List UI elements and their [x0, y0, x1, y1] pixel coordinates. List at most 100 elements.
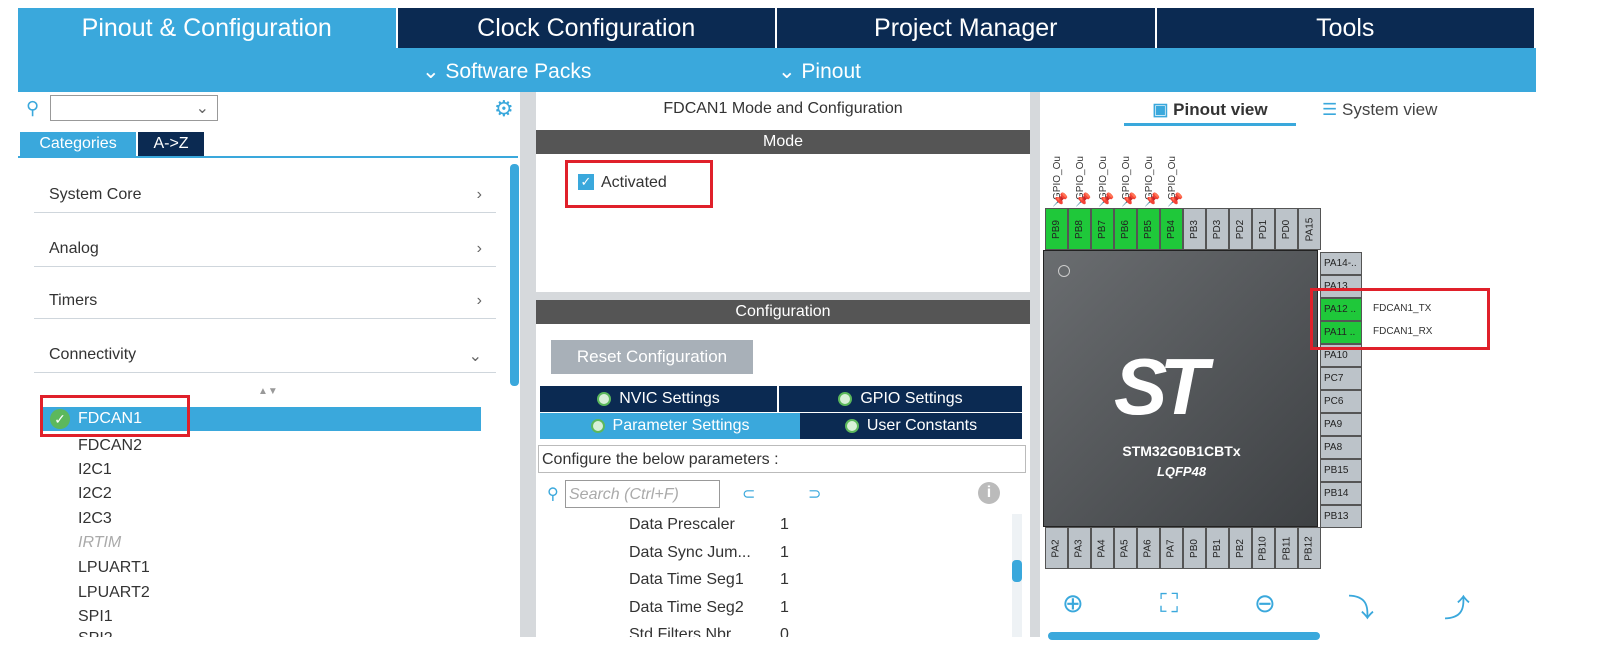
pin-pb10[interactable]: PB10	[1252, 527, 1275, 569]
chip-package: LQFP48	[1156, 464, 1207, 479]
pushpin-icon: 📌	[1144, 192, 1161, 207]
system-view-tab[interactable]: ☰ System view	[1322, 100, 1437, 120]
chip-body: ST STM32G0B1CBTx LQFP48	[1043, 250, 1318, 527]
chip-name: STM32G0B1CBTx	[1122, 443, 1241, 459]
scrollbar[interactable]	[510, 164, 519, 386]
pin-pc6[interactable]: PC6	[1320, 390, 1362, 413]
panel-title: FDCAN1 Mode and Configuration	[663, 100, 903, 117]
pin-pb7[interactable]: PB7	[1091, 208, 1114, 250]
pin-pb2[interactable]: PB2	[1229, 527, 1252, 569]
tab-parameter-settings[interactable]: Parameter Settings	[540, 413, 800, 439]
category-connectivity[interactable]: Connectivity ⌄	[34, 346, 496, 373]
pin-pb1[interactable]: PB1	[1206, 527, 1229, 569]
pin-pb6[interactable]: PB6	[1114, 208, 1137, 250]
zoom-in-icon[interactable]: ⊕	[1062, 588, 1084, 619]
pin-pb5[interactable]: PB5	[1137, 208, 1160, 250]
pin-pb0[interactable]: PB0	[1183, 527, 1206, 569]
tab-user-constants[interactable]: User Constants	[800, 413, 1022, 439]
fit-icon[interactable]: ⛶	[1160, 588, 1178, 620]
mode-header: Mode	[536, 130, 1030, 154]
param-name: Data Sync Jum...	[629, 544, 751, 561]
previous-icon[interactable]: ⊂	[742, 484, 755, 504]
pin-pb15[interactable]: PB15	[1320, 459, 1362, 482]
pinout-menu[interactable]: ⌄ Pinout	[778, 59, 861, 84]
param-name: Data Time Seg1	[629, 571, 744, 588]
pin-pa14-..[interactable]: PA14-..	[1320, 252, 1362, 275]
pin-pb4[interactable]: PB4	[1160, 208, 1183, 250]
st-logo: ST	[1114, 342, 1208, 431]
parameter-search-input[interactable]: Search (Ctrl+F)	[565, 480, 720, 508]
pin-pb9[interactable]: PB9	[1045, 208, 1068, 250]
sort-icon[interactable]: ▲▼	[258, 386, 278, 397]
tab-categories[interactable]: Categories	[20, 132, 136, 156]
pin-pc7[interactable]: PC7	[1320, 367, 1362, 390]
param-name: Std Filters Nbr	[629, 626, 732, 637]
tab-clock-configuration[interactable]: Clock Configuration	[398, 8, 777, 48]
pinout-view-tab[interactable]: ▣ Pinout view	[1124, 100, 1296, 126]
param-value[interactable]: 1	[780, 571, 789, 589]
pushpin-icon: 📌	[1121, 192, 1138, 207]
list-item[interactable]: I2C1	[78, 461, 112, 479]
param-value[interactable]: 1	[780, 516, 789, 534]
next-icon[interactable]: ⊃	[808, 484, 821, 504]
pin-pb11[interactable]: PB11	[1275, 527, 1298, 569]
categories-panel: ⚲ ⌄ ⚙ Categories A->Z System Core › Analo…	[18, 92, 520, 637]
pin-pb3[interactable]: PB3	[1183, 208, 1206, 250]
software-packs-menu[interactable]: ⌄ Software Packs	[422, 59, 591, 84]
tab-gpio-settings[interactable]: GPIO Settings	[779, 386, 1022, 412]
tab-a-z[interactable]: A->Z	[138, 132, 204, 156]
reset-configuration-button[interactable]: Reset Configuration	[551, 340, 753, 374]
pin-pd3[interactable]: PD3	[1206, 208, 1229, 250]
tab-project-manager[interactable]: Project Manager	[777, 8, 1157, 48]
param-value[interactable]: 1	[780, 599, 789, 617]
export-icon[interactable]: ⤴	[1444, 588, 1470, 625]
list-item[interactable]: LPUART1	[78, 559, 150, 577]
list-item[interactable]: FDCAN2	[78, 437, 142, 455]
list-item[interactable]: LPUART2	[78, 584, 150, 602]
list-item[interactable]: SPI2	[78, 630, 113, 637]
search-combo[interactable]: ⌄	[50, 95, 218, 121]
list-item[interactable]: I2C3	[78, 510, 112, 528]
pinout-panel: ▣ Pinout view ☰ System view PB9 GPIO_Ou 📌 P…	[1040, 92, 1540, 640]
sub-toolbar: ⌄ Software Packs ⌄ Pinout	[18, 48, 1536, 92]
pin-pa9[interactable]: PA9	[1320, 413, 1362, 436]
pin-pd1[interactable]: PD1	[1252, 208, 1275, 250]
param-value[interactable]: 0	[780, 626, 789, 637]
category-analog[interactable]: Analog ›	[34, 240, 496, 267]
rotate-icon[interactable]: ⤵	[1348, 588, 1374, 625]
pin-pa15[interactable]: PA15	[1298, 208, 1321, 250]
list-item[interactable]: SPI1	[78, 608, 113, 626]
pin-pa4[interactable]: PA4	[1091, 527, 1114, 569]
info-icon[interactable]: i	[978, 482, 1000, 504]
pin-pd2[interactable]: PD2	[1229, 208, 1252, 250]
tab-tools[interactable]: Tools	[1157, 8, 1536, 48]
pin-pa6[interactable]: PA6	[1137, 527, 1160, 569]
list-icon: ☰	[1322, 100, 1338, 119]
pin-pa8[interactable]: PA8	[1320, 436, 1362, 459]
list-item[interactable]: I2C2	[78, 485, 112, 503]
param-value[interactable]: 1	[780, 544, 789, 562]
pin-pb14[interactable]: PB14	[1320, 482, 1362, 505]
pin-pa7[interactable]: PA7	[1160, 527, 1183, 569]
tab-nvic-settings[interactable]: NVIC Settings	[540, 386, 777, 412]
search-icon: ⚲	[26, 98, 40, 118]
tab-pinout-configuration[interactable]: Pinout & Configuration	[18, 8, 398, 48]
param-name: Data Time Seg2	[629, 599, 744, 616]
pin-pa2[interactable]: PA2	[1045, 527, 1068, 569]
list-item[interactable]: IRTIM	[78, 534, 121, 552]
pin-pb13[interactable]: PB13	[1320, 505, 1362, 528]
scrollbar[interactable]	[1012, 514, 1022, 637]
pin-pa3[interactable]: PA3	[1068, 527, 1091, 569]
configuration-header: Configuration	[536, 300, 1030, 324]
category-timers[interactable]: Timers ›	[34, 292, 496, 319]
pin-pb8[interactable]: PB8	[1068, 208, 1091, 250]
zoom-out-icon[interactable]: ⊖	[1254, 588, 1276, 619]
category-system-core[interactable]: System Core ›	[34, 186, 496, 213]
pin-pa5[interactable]: PA5	[1114, 527, 1137, 569]
pin-pb12[interactable]: PB12	[1298, 527, 1321, 569]
pin-pd0[interactable]: PD0	[1275, 208, 1298, 250]
main-tabs: Pinout & Configuration Clock Configurati…	[18, 8, 1536, 48]
pushpin-icon: 📌	[1167, 192, 1184, 207]
gear-icon[interactable]: ⚙	[494, 96, 514, 122]
horizontal-scrollbar[interactable]	[1048, 632, 1320, 640]
